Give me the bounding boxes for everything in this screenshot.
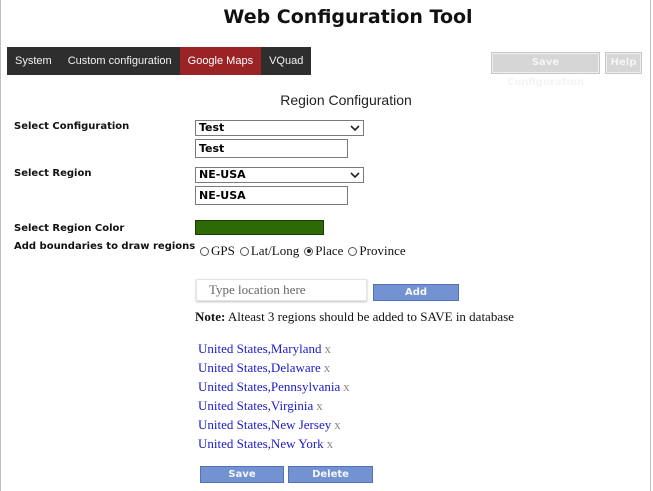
tab-custom-configuration[interactable]: Custom configuration: [60, 47, 180, 75]
radio-place[interactable]: Place: [304, 243, 343, 259]
region-name-field[interactable]: NE-USA: [195, 186, 348, 205]
note-text: Alteast 3 regions should be added to SAV…: [225, 309, 514, 324]
tab-google-maps[interactable]: Google Maps: [179, 47, 262, 75]
note-prefix: Note:: [195, 309, 226, 324]
region-link[interactable]: United States,Maryland: [198, 341, 321, 356]
delete-button[interactable]: Delete: [288, 466, 373, 483]
remove-region-button[interactable]: x: [324, 341, 331, 356]
boundaries-label: Add boundaries to draw regions: [14, 241, 196, 252]
radio-circle[interactable]: [304, 246, 314, 256]
radio-circle[interactable]: [348, 246, 358, 256]
save-note: Note: Alteast 3 regions should be added …: [195, 309, 514, 325]
remove-region-button[interactable]: x: [316, 398, 323, 413]
boundary-radio-group: GPS Lat/Long Place Province: [200, 243, 411, 259]
region-link[interactable]: United States,New Jersey: [198, 417, 331, 432]
region-link[interactable]: United States,Virginia: [198, 398, 313, 413]
select-region-label: Select Region: [14, 168, 92, 179]
region-link[interactable]: United States,Delaware: [198, 360, 321, 375]
region-list: United States,Maryland x United States,De…: [198, 341, 350, 455]
remove-region-button[interactable]: x: [327, 436, 334, 451]
remove-region-button[interactable]: x: [324, 360, 331, 375]
add-location-button[interactable]: Add: [373, 284, 459, 301]
radio-province[interactable]: Province: [348, 243, 406, 259]
radio-label-gps: GPS: [211, 243, 235, 258]
region-link[interactable]: United States,New York: [198, 436, 324, 451]
region-select-value: NE-USA: [199, 168, 246, 181]
chevron-down-icon: [350, 172, 360, 179]
configuration-name-field[interactable]: Test: [195, 139, 348, 158]
region-select[interactable]: NE-USA: [195, 167, 364, 183]
app-title: Web Configuration Tool: [223, 6, 473, 28]
radio-label-lat-long: Lat/Long: [250, 243, 300, 258]
help-button[interactable]: Help: [605, 52, 642, 74]
region-link[interactable]: United States,Pennsylvania: [198, 379, 340, 394]
list-item: United States,New Jersey x: [198, 417, 350, 436]
radio-lat-long[interactable]: Lat/Long: [239, 243, 300, 259]
configuration-select[interactable]: Test: [195, 120, 364, 136]
select-configuration-label: Select Configuration: [14, 121, 130, 132]
section-title: Region Configuration: [280, 92, 412, 108]
list-item: United States,Maryland x: [198, 341, 350, 360]
configuration-select-value: Test: [199, 121, 225, 134]
list-item: United States,Virginia x: [198, 398, 350, 417]
region-color-picker[interactable]: [195, 220, 324, 235]
tab-vquad[interactable]: VQuad: [261, 47, 311, 75]
chevron-down-icon: [350, 125, 360, 132]
list-item: United States,Delaware x: [198, 360, 350, 379]
location-search-input[interactable]: Type location here: [196, 279, 367, 301]
radio-circle[interactable]: [239, 246, 249, 256]
radio-gps[interactable]: GPS: [200, 243, 235, 259]
save-configuration-button[interactable]: Save Configuration: [491, 52, 600, 88]
main-nav: System Custom configuration Google Maps …: [7, 47, 312, 75]
remove-region-button[interactable]: x: [343, 379, 350, 394]
list-item: United States,New York x: [198, 436, 350, 455]
select-region-color-label: Select Region Color: [14, 223, 125, 234]
remove-region-button[interactable]: x: [334, 417, 341, 432]
save-button[interactable]: Save: [200, 466, 284, 483]
radio-label-place: Place: [315, 243, 344, 258]
tab-system[interactable]: System: [7, 47, 60, 75]
radio-label-province: Province: [359, 243, 406, 258]
radio-circle[interactable]: [200, 246, 209, 256]
list-item: United States,Pennsylvania x: [198, 379, 350, 398]
